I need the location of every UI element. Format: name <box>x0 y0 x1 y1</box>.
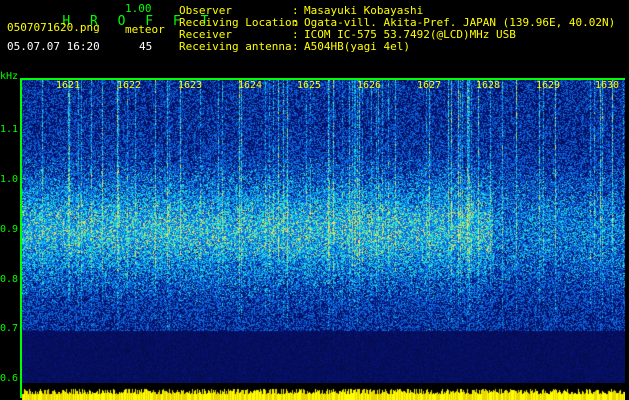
x-tick-label: 1629 <box>536 80 561 91</box>
info-row-observer: Observer: Masayuki Kobayashi <box>179 5 423 16</box>
power-strip-canvas <box>22 383 625 400</box>
info-colon: : <box>292 28 299 41</box>
x-tick-label: 1623 <box>178 80 203 91</box>
file-name: 0507071620.png <box>7 21 100 34</box>
info-key: Receiving Location <box>179 16 299 29</box>
x-tick-label: 1621 <box>56 80 81 91</box>
hrofft-window: H R O F F T 1.00 0507071620.png meteor 0… <box>0 0 629 400</box>
meteor-count: 45 <box>139 40 153 53</box>
y-tick-label: 0.6 <box>0 373 19 384</box>
y-tick-label: 1.0 <box>0 174 19 185</box>
y-tick-label: 0.8 <box>0 274 19 285</box>
x-tick-label: 1626 <box>357 80 382 91</box>
info-colon: : <box>292 16 299 29</box>
observation-datetime: 05.07.07 16:20 <box>7 40 100 53</box>
info-row-location: Receiving Location: Ogata-vill. Akita-Pre… <box>179 17 615 28</box>
x-tick-label: 1630 <box>595 80 620 91</box>
info-colon: : <box>292 4 299 17</box>
frequency-unit-label: kHz <box>0 71 19 82</box>
x-tick-label: 1628 <box>476 80 501 91</box>
info-row-receiver: Receiver: ICOM IC-575 53.7492(@LCD)MHz US… <box>179 29 516 40</box>
info-value: A504HB(yagi 4el) <box>304 40 410 53</box>
y-tick-label: 0.9 <box>0 224 19 235</box>
frequency-axis-line <box>20 78 22 398</box>
spectrogram-image <box>22 80 625 383</box>
x-tick-label: 1625 <box>297 80 322 91</box>
y-tick-label: 1.1 <box>0 124 19 135</box>
app-version: 1.00 <box>125 2 152 15</box>
spectrogram-canvas <box>22 80 625 383</box>
info-row-antenna: Receiving antenna: A504HB(yagi 4el) <box>179 41 410 52</box>
signal-power-strip <box>22 383 625 400</box>
meteor-label: meteor <box>125 23 165 36</box>
time-axis-line <box>22 78 625 80</box>
info-colon: : <box>292 40 299 53</box>
x-tick-label: 1627 <box>417 80 442 91</box>
info-key: Receiving antenna <box>179 40 292 53</box>
info-key: Receiver <box>179 28 232 41</box>
info-key: Observer <box>179 4 232 17</box>
x-tick-label: 1624 <box>238 80 263 91</box>
x-tick-label: 1622 <box>117 80 142 91</box>
y-tick-label: 0.7 <box>0 323 19 334</box>
